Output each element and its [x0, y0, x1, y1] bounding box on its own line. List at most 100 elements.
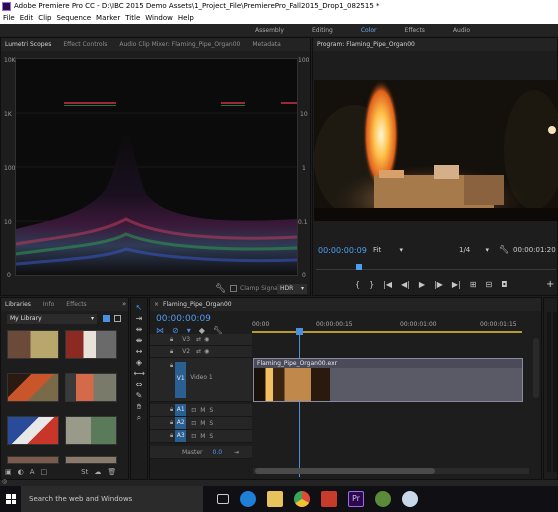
grid-view-icon[interactable]	[103, 315, 110, 322]
premiere-taskbar-icon[interactable]: Pr	[348, 491, 364, 507]
mark-out-icon[interactable]: }	[369, 280, 374, 289]
quality-dropdown[interactable]: 1/4 ▾	[459, 246, 491, 256]
menu-title[interactable]: Title	[125, 14, 140, 22]
eye-icon[interactable]: ◉	[204, 336, 209, 343]
scrollbar-thumb[interactable]	[255, 468, 435, 474]
app-taskbar-icon-2[interactable]	[402, 491, 418, 507]
step-back-icon[interactable]: ◀|	[401, 280, 410, 289]
timeline-horizontal-scrollbar[interactable]	[253, 468, 529, 474]
panel-overflow-icon[interactable]: »	[122, 300, 126, 308]
edge-browser-icon[interactable]	[240, 491, 256, 507]
solo-button[interactable]: S	[209, 420, 213, 427]
sync-lock-icon[interactable]: ⇄	[196, 336, 201, 343]
library-thumbnail[interactable]	[65, 456, 117, 464]
track-target-v1[interactable]: V1	[175, 362, 187, 398]
menu-clip[interactable]: Clip	[38, 14, 51, 22]
go-to-end-icon[interactable]: ⇥	[234, 449, 239, 456]
menu-file[interactable]: File	[3, 14, 15, 22]
menu-edit[interactable]: Edit	[20, 14, 34, 22]
media-app-icon[interactable]	[321, 491, 337, 507]
mute-button[interactable]: M	[200, 407, 205, 414]
pen-tool-icon[interactable]: ✎	[134, 391, 145, 401]
library-thumbnail[interactable]	[65, 330, 117, 359]
list-view-icon[interactable]	[114, 315, 121, 322]
overwrite-icon[interactable]: ⊟	[485, 280, 492, 289]
video-clip[interactable]: Flaming_Pipe_Organ00.exr	[253, 358, 523, 402]
go-to-in-icon[interactable]: |◀	[383, 280, 392, 289]
solo-button[interactable]: S	[209, 433, 213, 440]
export-frame-icon[interactable]: ◘	[501, 280, 507, 289]
library-thumbnail[interactable]	[7, 330, 59, 359]
wrench-icon[interactable]: 🔧︎	[215, 284, 226, 294]
clamp-signal-checkbox[interactable]	[230, 285, 237, 292]
rolling-edit-tool-icon[interactable]: ⇼	[134, 336, 145, 346]
timeline-vertical-scrollbar[interactable]	[533, 338, 539, 398]
cloud-sync-icon[interactable]: ☁	[94, 468, 101, 476]
hand-tool-icon[interactable]: ✋︎	[134, 402, 145, 412]
trash-icon[interactable]: 🗑︎	[107, 468, 116, 476]
mute-button[interactable]: M	[200, 433, 205, 440]
program-scrubber[interactable]	[316, 262, 556, 270]
zoom-tool-icon[interactable]: ⌕	[134, 413, 145, 423]
color-icon[interactable]: ◐	[18, 468, 24, 476]
playhead-marker[interactable]	[356, 264, 362, 270]
go-to-out-icon[interactable]: ▶|	[452, 280, 461, 289]
track-target-a1[interactable]: A1	[175, 404, 187, 416]
tab-effects[interactable]: Effects	[66, 301, 86, 308]
tab-effect-controls[interactable]: Effect Controls	[63, 41, 107, 48]
character-style-icon[interactable]: A	[30, 468, 35, 476]
tab-program[interactable]: Program: Flaming_Pipe_Organ00	[317, 41, 415, 48]
solo-button[interactable]: S	[209, 407, 213, 414]
layer-style-icon[interactable]: □	[41, 468, 48, 476]
windows-start-icon[interactable]	[6, 494, 16, 504]
mark-in-icon[interactable]: {	[355, 280, 360, 289]
lock-icon[interactable]: 🔒︎	[170, 336, 173, 344]
workspace-effects[interactable]: Effects	[405, 27, 425, 34]
tab-metadata[interactable]: Metadata	[252, 41, 280, 48]
work-area-bar[interactable]	[252, 331, 522, 333]
tab-audio-clip-mixer[interactable]: Audio Clip Mixer: Flaming_Pipe_Organ00	[119, 41, 240, 48]
razor-tool-icon[interactable]: ◈	[134, 358, 145, 368]
app-taskbar-icon[interactable]	[375, 491, 391, 507]
library-thumbnail[interactable]	[7, 456, 59, 464]
program-timecode[interactable]: 00:00:00:09	[318, 246, 367, 255]
step-forward-icon[interactable]: |▶	[434, 280, 443, 289]
workspace-color[interactable]: Color	[361, 27, 377, 34]
play-icon[interactable]: ▶	[419, 280, 425, 289]
lock-icon[interactable]: 🔒︎	[170, 348, 173, 356]
insert-icon[interactable]: ⊞	[470, 280, 477, 289]
slip-tool-icon[interactable]: ⟷	[134, 369, 145, 379]
voiceover-icon[interactable]: ⊡	[191, 420, 196, 427]
hdr-dropdown[interactable]: HDR ▾	[277, 284, 307, 294]
menu-help[interactable]: Help	[178, 14, 194, 22]
library-thumbnail[interactable]	[65, 416, 117, 445]
add-button-icon[interactable]: +	[546, 279, 554, 290]
ripple-edit-tool-icon[interactable]: ⇹	[134, 325, 145, 335]
rate-stretch-tool-icon[interactable]: ↔	[134, 347, 145, 357]
wrench-icon[interactable]: 🔧︎	[499, 245, 509, 254]
slide-tool-icon[interactable]: ⇔	[134, 380, 145, 390]
voiceover-icon[interactable]: ⊡	[191, 433, 196, 440]
file-explorer-icon[interactable]	[267, 491, 283, 507]
library-thumbnail[interactable]	[7, 373, 59, 402]
tab-sequence[interactable]: Flaming_Pipe_Organ00	[163, 301, 232, 308]
master-volume[interactable]: 0.0	[213, 449, 223, 456]
workspace-audio[interactable]: Audio	[453, 27, 470, 34]
task-view-icon[interactable]	[217, 494, 229, 504]
workspace-editing[interactable]: Editing	[312, 27, 333, 34]
menu-window[interactable]: Window	[145, 14, 173, 22]
eye-icon[interactable]: ◉	[204, 348, 209, 355]
track-target-a2[interactable]: A2	[175, 417, 187, 429]
lock-icon[interactable]: 🔒︎	[170, 432, 173, 440]
menu-sequence[interactable]: Sequence	[57, 14, 92, 22]
lock-icon[interactable]: 🔒︎	[170, 419, 173, 427]
sync-lock-icon[interactable]: ⇄	[196, 348, 201, 355]
close-icon[interactable]: ×	[154, 301, 159, 308]
taskbar-search-box[interactable]: Search the web and Windows	[21, 486, 203, 512]
voiceover-icon[interactable]: ⊡	[191, 407, 196, 414]
tab-lumetri-scopes[interactable]: Lumetri Scopes	[5, 41, 51, 48]
library-thumbnail[interactable]	[65, 373, 117, 402]
timeline-timecode[interactable]: 00:00:00:09	[156, 314, 211, 324]
library-thumbnail[interactable]	[7, 416, 59, 445]
graphic-icon[interactable]: ▣	[5, 468, 12, 476]
